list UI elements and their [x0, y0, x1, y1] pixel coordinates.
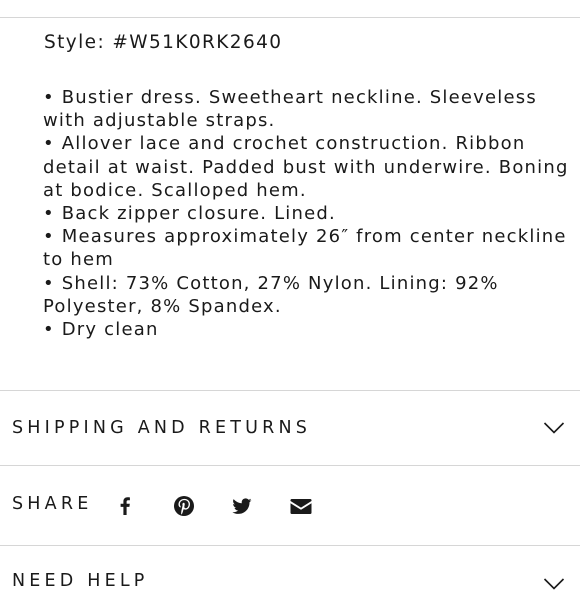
section-divider	[0, 545, 580, 546]
top-divider	[0, 17, 580, 18]
detail-line: Polyester, 8% Spandex.	[43, 295, 282, 317]
twitter-icon[interactable]	[229, 493, 255, 519]
detail-line: • Back zipper closure. Lined.	[43, 203, 336, 225]
need-help-toggle[interactable]: NEED HELP	[12, 569, 149, 593]
style-number: Style: #W51K0RK2640	[44, 32, 283, 53]
detail-line: with adjustable straps.	[43, 110, 276, 132]
section-divider	[0, 465, 580, 466]
detail-line: • Bustier dress. Sweetheart neckline. Sl…	[43, 87, 537, 108]
detail-line: to hem	[43, 249, 115, 271]
detail-line: detail at waist. Padded bust with underw…	[43, 156, 569, 178]
share-label: SHARE	[12, 494, 93, 514]
pinterest-icon[interactable]	[171, 493, 197, 519]
detail-item: • Shell: 73% Cotton, 27% Nylon. Lining: …	[43, 272, 543, 318]
detail-line: at bodice. Scalloped hem.	[43, 179, 307, 201]
product-details-list: • Bustier dress. Sweetheart neckline. Sl…	[43, 86, 569, 341]
chevron-down-icon	[543, 576, 565, 595]
detail-line: • Measures approximately 26″ from center…	[43, 226, 567, 248]
shipping-and-returns-label: SHIPPING AND RETURNS	[12, 418, 312, 438]
shipping-and-returns-toggle[interactable]: SHIPPING AND RETURNS	[0, 391, 580, 465]
detail-item: • Bustier dress. Sweetheart neckline. Sl…	[43, 86, 543, 132]
facebook-icon[interactable]	[112, 493, 138, 519]
detail-item: • Allover lace and crochet construction.…	[43, 132, 569, 202]
chevron-down-icon	[543, 420, 565, 439]
detail-line: • Dry clean	[43, 319, 159, 341]
detail-item: • Back zipper closure. Lined.	[43, 202, 543, 225]
detail-item: • Measures approximately 26″ from center…	[43, 225, 567, 271]
detail-line: • Shell: 73% Cotton, 27% Nylon. Lining: …	[43, 272, 499, 294]
email-icon[interactable]	[288, 493, 314, 519]
detail-item: • Dry clean	[43, 318, 543, 341]
detail-line: • Allover lace and crochet construction.…	[43, 133, 526, 155]
